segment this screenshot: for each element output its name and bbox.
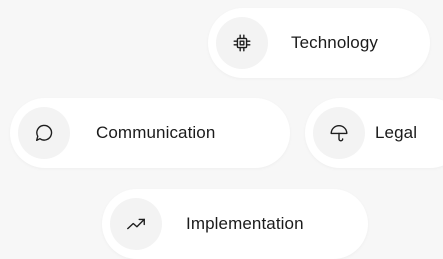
tag-communication[interactable]: Communication <box>10 98 290 168</box>
trend-up-icon <box>110 198 162 250</box>
tag-implementation[interactable]: Implementation <box>102 189 368 259</box>
chip-icon <box>216 17 268 69</box>
tag-label: Communication <box>96 123 216 142</box>
tag-label: Legal <box>375 123 418 142</box>
tag-label: Implementation <box>186 214 304 233</box>
chat-bubble-icon <box>18 107 70 159</box>
tag-label: Technology <box>291 33 379 52</box>
tag-legal[interactable]: Legal <box>305 98 443 168</box>
umbrella-icon <box>313 107 365 159</box>
tag-technology[interactable]: Technology <box>208 8 430 78</box>
